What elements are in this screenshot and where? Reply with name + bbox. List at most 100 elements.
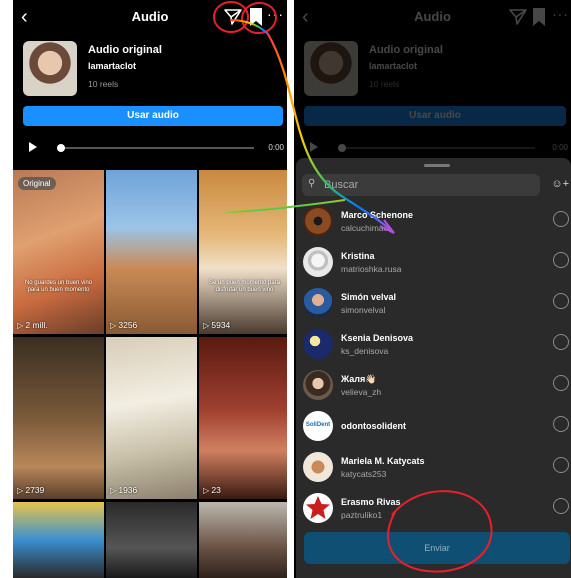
play-icon: [310, 142, 318, 152]
reel-tile[interactable]: Se un buen momento para disfrutar un bue…: [199, 170, 287, 334]
avatar: [303, 493, 333, 523]
contact-handle: simonvelval: [341, 305, 386, 315]
page-title: Audio: [131, 9, 169, 24]
progress-track[interactable]: [59, 147, 254, 149]
contact-handle: calcuchimac: [341, 223, 388, 233]
audio-username: lamartaclot: [369, 61, 418, 71]
reel-views: 2739: [17, 485, 44, 495]
playback-time: 0:00: [268, 143, 284, 152]
search-input[interactable]: [324, 177, 524, 193]
more-options-icon[interactable]: ···: [267, 6, 284, 22]
contact-handle: matrioshka.rusa: [341, 264, 402, 274]
contact-handle: velieva_zh: [341, 387, 382, 397]
share-sheet: ⚲ ☺+ Marco Schenone calcuchimac Kristina…: [296, 158, 571, 578]
contact-name: Жаля👋🏻: [341, 374, 377, 384]
reel-tile[interactable]: [106, 502, 197, 578]
solident-logo: SoliDent: [305, 422, 331, 428]
playback-time: 0:00: [552, 143, 568, 152]
progress-knob[interactable]: [57, 144, 65, 152]
reel-caption: No guardes un buen vino para un buen mom…: [24, 280, 93, 293]
top-bar: ‹ Audio ···: [13, 0, 287, 34]
reel-tile[interactable]: 2739: [13, 337, 104, 499]
select-radio[interactable]: [553, 375, 569, 391]
audio-username[interactable]: lamartaclot: [88, 61, 136, 71]
contact-name: Marco Schenone: [341, 210, 414, 220]
avatar: SoliDent: [303, 411, 333, 441]
sheet-drag-handle[interactable]: [424, 164, 450, 167]
contact-name: odontosolident: [341, 421, 406, 431]
reel-tile[interactable]: Original No guardes un buen vino para un…: [13, 170, 104, 334]
contact-row[interactable]: Simón velval simonvelval: [296, 284, 571, 324]
top-bar: ‹ Audio ···: [294, 0, 571, 34]
contact-row[interactable]: Marco Schenone calcuchimac: [296, 202, 571, 242]
bookmark-icon[interactable]: [248, 7, 264, 27]
reel-tile[interactable]: [199, 502, 287, 578]
reel-views: 5934: [203, 320, 230, 330]
search-icon: ⚲: [308, 178, 316, 189]
select-radio[interactable]: [553, 334, 569, 350]
audio-reel-count: 10 reels: [88, 79, 119, 89]
audio-title: Audio original: [369, 44, 443, 56]
audio-player: 0:00: [13, 140, 287, 156]
contact-row[interactable]: Ksenia Denisova ks_denisova: [296, 325, 571, 365]
reel-views: 1936: [110, 485, 137, 495]
select-radio[interactable]: [553, 416, 569, 432]
select-radio[interactable]: [553, 293, 569, 309]
bookmark-icon: [533, 8, 545, 26]
avatar: [303, 206, 333, 236]
star-logo-icon: [306, 496, 330, 519]
audio-page-left: ‹ Audio ··· Audio original lamartaclot 1…: [13, 0, 287, 578]
select-radio[interactable]: [553, 252, 569, 268]
contact-row[interactable]: Erasmo Rivas paztruliko1: [296, 489, 571, 529]
audio-cover-image: [304, 41, 358, 96]
avatar: [303, 452, 333, 482]
avatar: [303, 370, 333, 400]
audio-header: Audio original lamartaclot 10 reels: [294, 40, 571, 100]
select-radio[interactable]: [553, 457, 569, 473]
audio-title: Audio original: [88, 44, 162, 56]
progress-knob: [338, 144, 346, 152]
contact-handle: paztruliko1: [341, 510, 383, 520]
audio-page-right: ‹ Audio ··· Audio original lamartaclot 1…: [294, 0, 571, 578]
reel-tile[interactable]: 3256: [106, 170, 197, 334]
contact-name: Mariela M. Katycats: [341, 456, 425, 466]
reel-tile[interactable]: [13, 502, 104, 578]
audio-reel-count: 10 reels: [369, 79, 400, 89]
audio-cover-image: [23, 41, 77, 96]
original-badge: Original: [18, 177, 56, 190]
search-box: ⚲: [302, 174, 540, 196]
audio-header: Audio original lamartaclot 10 reels: [13, 40, 287, 100]
contact-row[interactable]: Жаля👋🏻 velieva_zh: [296, 366, 571, 406]
page-title: Audio: [414, 9, 451, 24]
reel-views: 23: [203, 485, 220, 495]
select-radio[interactable]: [553, 498, 569, 514]
contact-name: Kristina: [341, 251, 375, 261]
avatar: [303, 247, 333, 277]
contact-name: Simón velval: [341, 292, 397, 302]
contact-row[interactable]: Kristina matrioshka.rusa: [296, 243, 571, 283]
play-icon[interactable]: [29, 142, 37, 152]
contact-name: Erasmo Rivas: [341, 497, 401, 507]
reel-tile[interactable]: 23: [199, 337, 287, 499]
more-options-icon: ···: [552, 6, 569, 22]
reel-views: 2 mill.: [17, 320, 47, 330]
send-icon[interactable]: [223, 7, 243, 27]
use-audio-button[interactable]: Usar audio: [23, 106, 283, 126]
avatar: [303, 329, 333, 359]
select-radio[interactable]: [553, 211, 569, 227]
progress-track: [340, 147, 535, 149]
reels-grid: Original No guardes un buen vino para un…: [13, 170, 287, 578]
reel-tile[interactable]: 1936: [106, 337, 197, 499]
add-people-icon[interactable]: ☺+: [551, 178, 569, 190]
contact-name: Ksenia Denisova: [341, 333, 414, 343]
avatar: [303, 288, 333, 318]
contact-row[interactable]: SoliDent odontosolident: [296, 407, 571, 447]
audio-player: 0:00: [294, 140, 571, 156]
send-button[interactable]: Enviar: [304, 532, 570, 564]
use-audio-button: Usar audio: [304, 106, 566, 126]
send-icon: [509, 9, 527, 25]
contact-handle: katycats253: [341, 469, 387, 479]
contact-row[interactable]: Mariela M. Katycats katycats253: [296, 448, 571, 488]
reel-caption: Se un buen momento para disfrutar un bue…: [208, 280, 281, 293]
contact-handle: ks_denisova: [341, 346, 389, 356]
